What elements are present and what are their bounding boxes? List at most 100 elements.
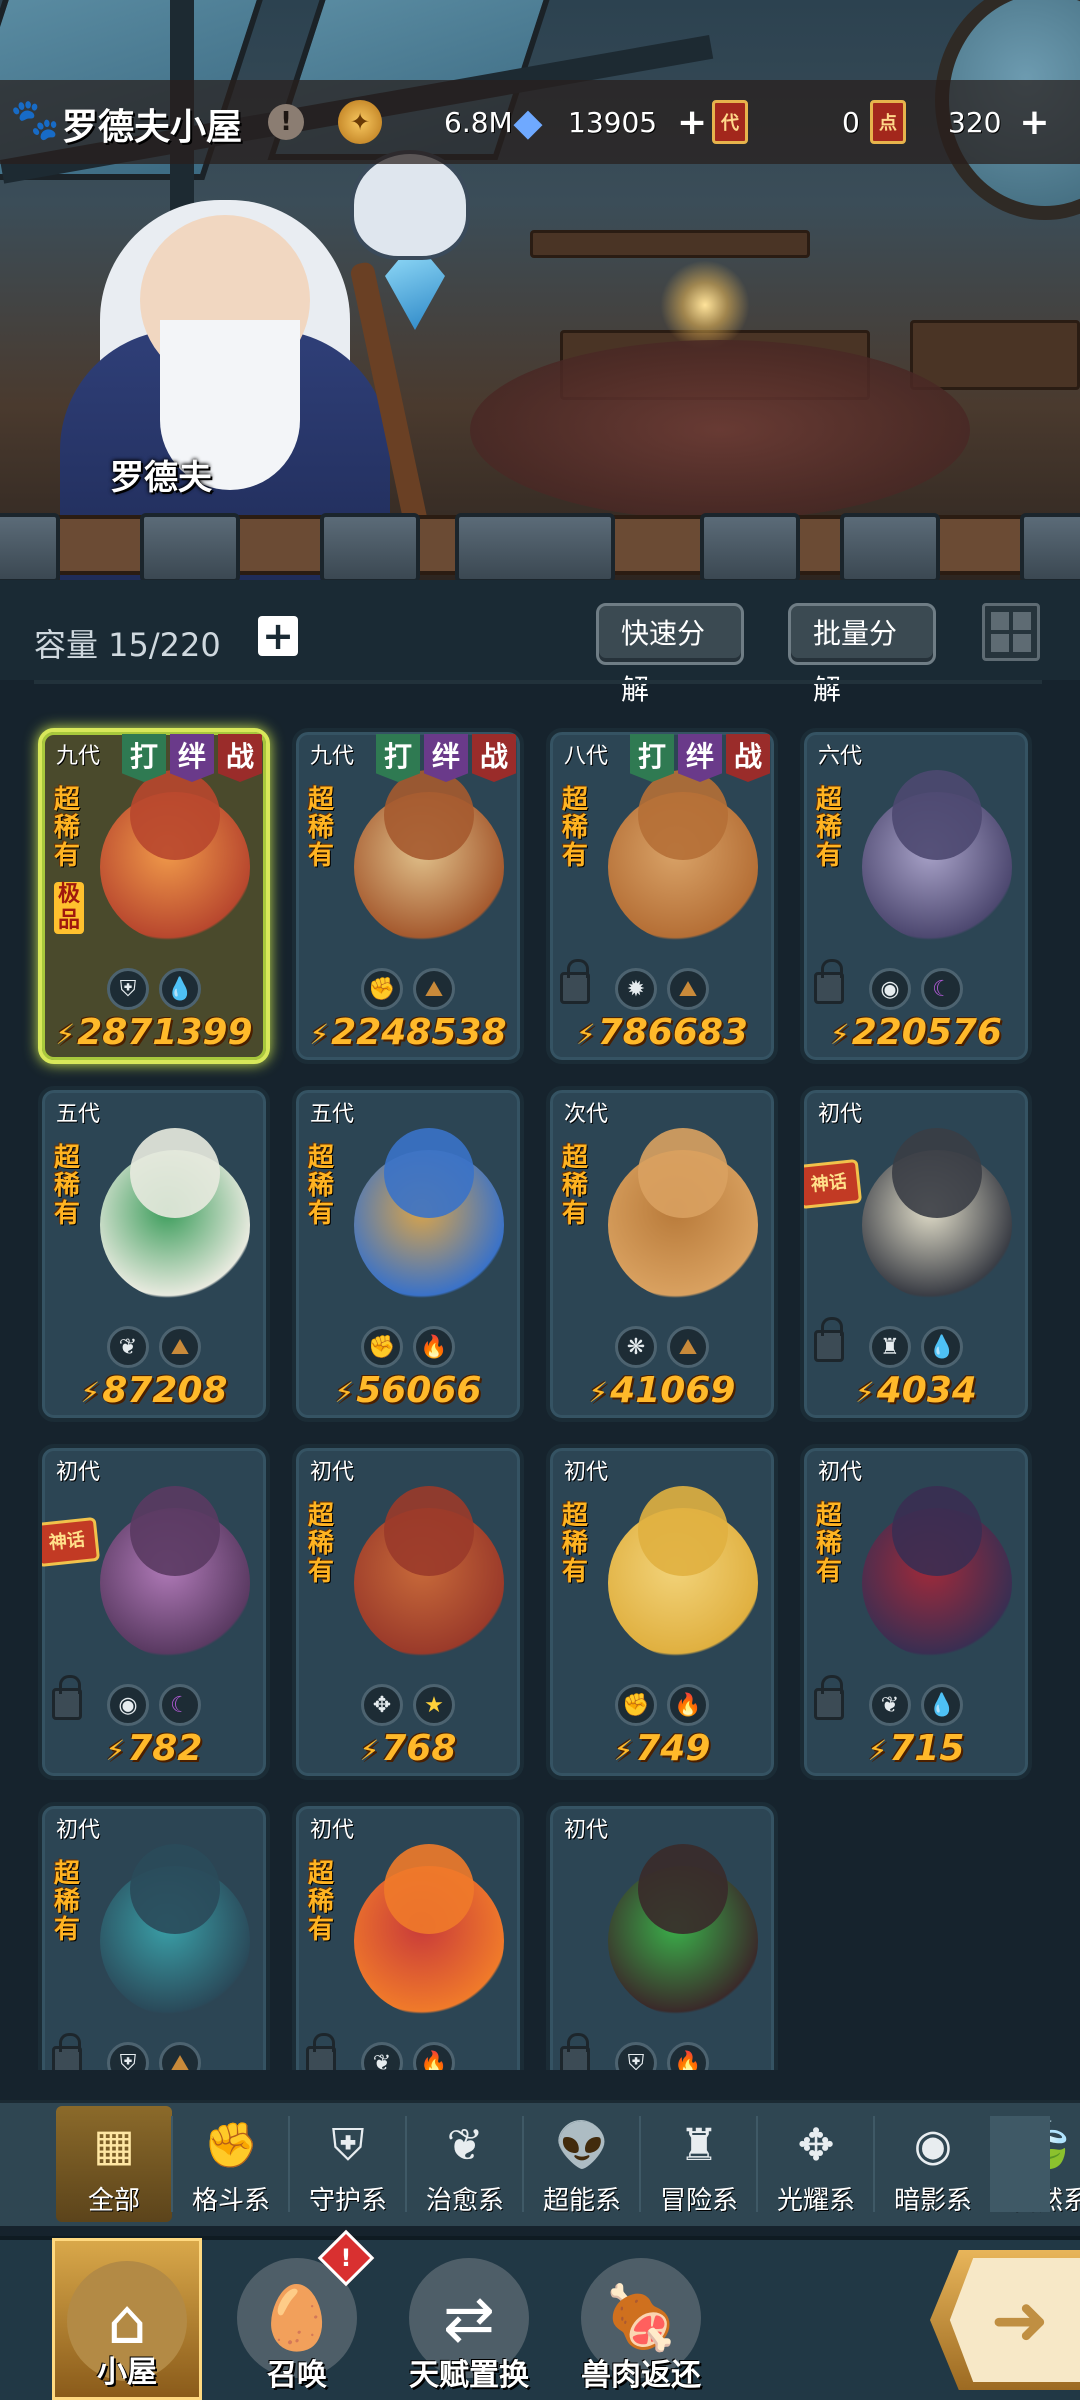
power-icon: ⚡ xyxy=(105,1734,126,1767)
crystal-gem-icon: ◆ xyxy=(513,100,543,144)
tab-radiance[interactable]: ✥ 光耀系 xyxy=(758,2106,874,2222)
pet-card[interactable]: 初代 超稀有 ❦ 🔥 xyxy=(292,1802,524,2070)
pet-card[interactable]: 五代 超稀有 ✊ 🔥 ⚡56066 xyxy=(292,1086,524,1422)
element-icons: ⛨ ⛰ xyxy=(42,2042,266,2070)
wind-icon: ❋ xyxy=(615,1326,657,1368)
nav-label: 小屋 xyxy=(97,2355,157,2390)
water-drop-icon: 💧 xyxy=(159,968,201,1010)
element-icons: ♜ 💧 xyxy=(804,1326,1028,1368)
tab-separator xyxy=(171,2116,173,2212)
pet-sprite-head xyxy=(892,1486,982,1576)
rail-stone xyxy=(455,513,615,580)
rarity-label: 超稀有 xyxy=(54,1859,81,1945)
moon-icon: ☾ xyxy=(921,968,963,1010)
fist-icon: ✊ xyxy=(615,1684,657,1726)
earth-icon: ⛰ xyxy=(159,1326,201,1368)
power-icon: ⚡ xyxy=(867,1734,888,1767)
info-icon[interactable]: ! xyxy=(268,104,304,140)
pet-grid: 九代打绊战超稀有 极品 ⛨ 💧 ⚡2871399 九代打绊战超稀有 ✊ ⛰ ⚡2248538 八代… xyxy=(0,690,1080,2070)
expand-capacity-button[interactable]: + xyxy=(258,614,298,658)
rarity-label: 超稀有 xyxy=(54,1143,81,1229)
tab-alien[interactable]: 👽 超能系 xyxy=(524,2106,640,2222)
element-icons: ❦ ⛰ xyxy=(42,1326,266,1368)
pet-card[interactable]: 初代 超稀有 ❦ 💧 ⚡715 xyxy=(800,1444,1032,1780)
element-icons: ✊ 🔥 xyxy=(550,1684,774,1726)
all-blocks-icon: ▦ xyxy=(93,2119,135,2171)
pet-card[interactable]: 初代 超稀有 ✊ 🔥 ⚡749 xyxy=(546,1444,778,1780)
tab-adventure[interactable]: ♜ 冒险系 xyxy=(641,2106,757,2222)
nav-label: 兽肉返还 xyxy=(581,2358,701,2393)
moon-icon: ☾ xyxy=(159,1684,201,1726)
pet-card[interactable]: 八代打绊战超稀有 ✹ ⛰ ⚡786683 xyxy=(546,728,778,1064)
rarity-label: 超稀有 xyxy=(562,1501,589,1587)
light-icon: ✹ xyxy=(615,968,657,1010)
pet-card[interactable]: 初代 神话 ♜ 💧 ⚡4034 xyxy=(800,1086,1032,1422)
gem-value: 13905 xyxy=(568,105,658,139)
tab-shadow[interactable]: ◉ 暗影系 xyxy=(875,2106,991,2222)
rail-stone xyxy=(0,513,60,580)
tab-separator xyxy=(873,2116,875,2212)
rarity-label: 超稀有 xyxy=(54,785,81,871)
pet-card[interactable]: 初代 超稀有 ✥ ★ ⚡768 xyxy=(292,1444,524,1780)
power-icon: ⚡ xyxy=(80,1376,101,1409)
radiance-icon: ✥ xyxy=(797,2119,835,2171)
water-drop-icon: 💧 xyxy=(921,1684,963,1726)
pet-card[interactable]: 九代打绊战超稀有 ✊ ⛰ ⚡2248538 xyxy=(292,728,524,1064)
leaf-icon: ❦ xyxy=(107,1326,149,1368)
gold-value: 6.8M xyxy=(444,105,513,139)
npc-name[interactable]: 罗德夫 xyxy=(110,450,212,499)
pet-sprite-head xyxy=(892,770,982,860)
element-icons: ✥ ★ xyxy=(296,1684,520,1726)
rarity-label: 超稀有 xyxy=(308,1501,335,1587)
shadow-icon: ◉ xyxy=(869,968,911,1010)
earth-icon: ⛰ xyxy=(159,2042,201,2070)
pet-card[interactable]: 初代 ⛨ 🔥 xyxy=(546,1802,778,2070)
element-icons: ✊ 🔥 xyxy=(296,1326,520,1368)
batch-decompose-button[interactable]: 批量分解 xyxy=(788,603,936,706)
pet-card[interactable]: 初代 超稀有 ⛨ ⛰ xyxy=(38,1802,270,2070)
pet-generation: 五代 xyxy=(56,1102,101,1127)
pet-sprite-head xyxy=(130,1486,220,1576)
adventure-icon: ♜ xyxy=(679,2119,719,2171)
pet-card[interactable]: 次代 超稀有 ❋ ⛰ ⚡41069 xyxy=(546,1086,778,1422)
tab-fist[interactable]: ✊ 格斗系 xyxy=(173,2106,289,2222)
pet-card[interactable]: 九代打绊战超稀有 极品 ⛨ 💧 ⚡2871399 xyxy=(38,728,270,1064)
tab-guardian[interactable]: ⛨ 守护系 xyxy=(290,2106,406,2222)
pet-card[interactable]: 初代 神话 ◉ ☾ ⚡782 xyxy=(38,1444,270,1780)
pet-sprite-head xyxy=(638,770,728,860)
pet-tags: 打绊战 xyxy=(376,734,516,782)
tab-all-blocks[interactable]: ▦ 全部 xyxy=(56,2106,172,2222)
nav-house[interactable]: ⌂ 小屋 xyxy=(52,2238,202,2400)
pet-generation: 五代 xyxy=(310,1102,355,1127)
gold-resource: ✦ 6.8M xyxy=(338,100,513,144)
pet-tags: 打绊战 xyxy=(122,734,262,782)
pet-sprite-head xyxy=(638,1486,728,1576)
add-gem-button[interactable]: + xyxy=(673,102,711,143)
quick-decompose-button[interactable]: 快速分解 xyxy=(596,603,744,706)
earth-icon: ⛰ xyxy=(667,968,709,1010)
grid-view-icon[interactable] xyxy=(982,603,1040,661)
pet-sprite-head xyxy=(892,1128,982,1218)
pet-sprite-head xyxy=(384,1486,474,1576)
power-value: ⚡220576 xyxy=(830,1012,1002,1053)
pet-card[interactable]: 五代 超稀有 ❦ ⛰ ⚡87208 xyxy=(38,1086,270,1422)
nav-meat[interactable]: 🍖 兽肉返还 xyxy=(566,2238,716,2400)
pet-generation: 九代 xyxy=(310,744,355,769)
rarity-label: 超稀有 xyxy=(562,785,589,871)
element-icons: ◉ ☾ xyxy=(42,1684,266,1726)
leaf-icon: ❦ xyxy=(446,2119,484,2171)
arrow-forward-button[interactable]: ➜ xyxy=(930,2250,1080,2390)
ticket-red-icon: 点 xyxy=(870,100,906,144)
pet-card[interactable]: 六代 超稀有 ◉ ☾ ⚡220576 xyxy=(800,728,1032,1064)
page-title: 罗德夫小屋 xyxy=(62,107,243,148)
nav-swap-arrows[interactable]: ⇄ 天赋置换 xyxy=(394,2238,544,2400)
divider xyxy=(34,680,1042,684)
tab-separator xyxy=(990,2116,1050,2212)
tab-leaf[interactable]: ❦ 治愈系 xyxy=(407,2106,523,2222)
tag-battle: 战 xyxy=(218,734,262,782)
add-point-button[interactable]: + xyxy=(1015,102,1053,143)
power-icon: ⚡ xyxy=(855,1376,875,1409)
power-value: ⚡749 xyxy=(613,1728,711,1769)
tag-battle: 战 xyxy=(472,734,516,782)
fist-icon: ✊ xyxy=(203,2120,259,2171)
